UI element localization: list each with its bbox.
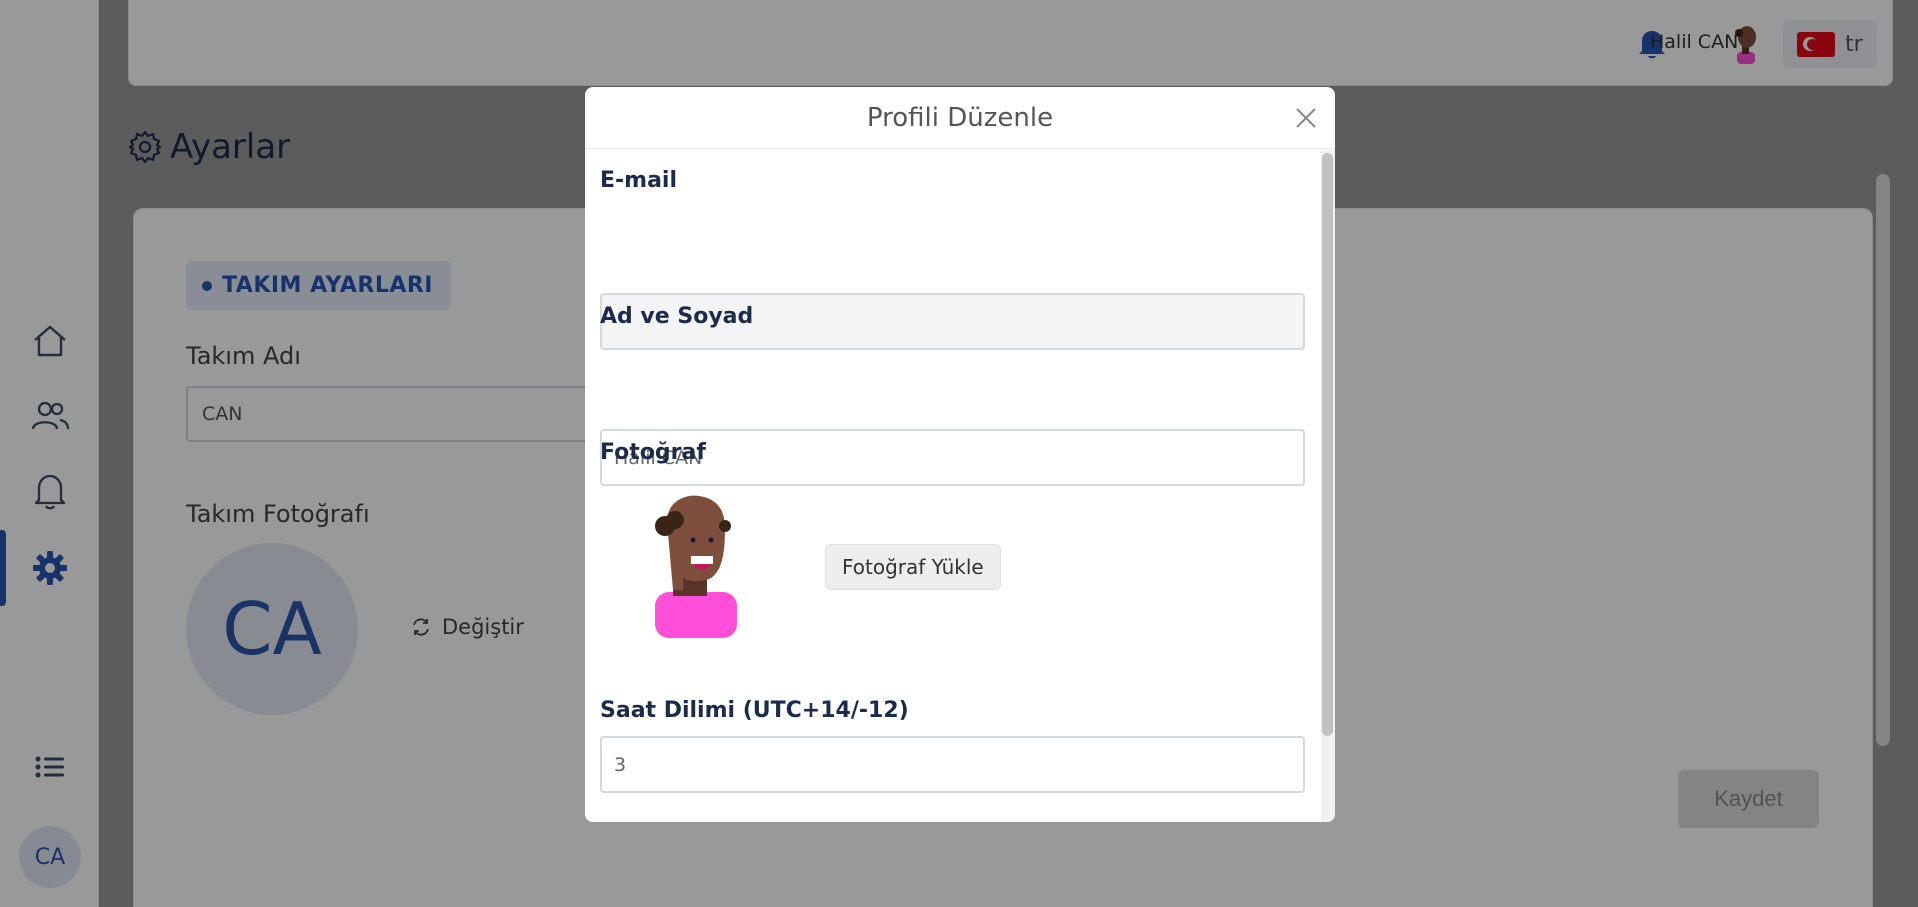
modal-header: Profili Düzenle [585, 87, 1335, 149]
name-label: Ad ve Soyad [600, 304, 754, 329]
modal-scrollbar-thumb[interactable] [1322, 153, 1333, 736]
timezone-field[interactable] [600, 736, 1305, 793]
timezone-label: Saat Dilimi (UTC+14/-12) [600, 698, 909, 723]
profile-avatar-image [655, 495, 737, 638]
email-redaction [608, 221, 866, 255]
modal-title: Profili Düzenle [866, 102, 1054, 133]
close-button[interactable] [1289, 101, 1323, 135]
email-label: E-mail [600, 168, 678, 193]
photo-label: Fotoğraf [600, 440, 706, 465]
edit-profile-modal: Profili Düzenle E-mail Ad ve Soyad Fotoğ… [585, 87, 1335, 822]
close-icon [1296, 108, 1316, 128]
upload-photo-button[interactable]: Fotoğraf Yükle [825, 544, 1001, 590]
